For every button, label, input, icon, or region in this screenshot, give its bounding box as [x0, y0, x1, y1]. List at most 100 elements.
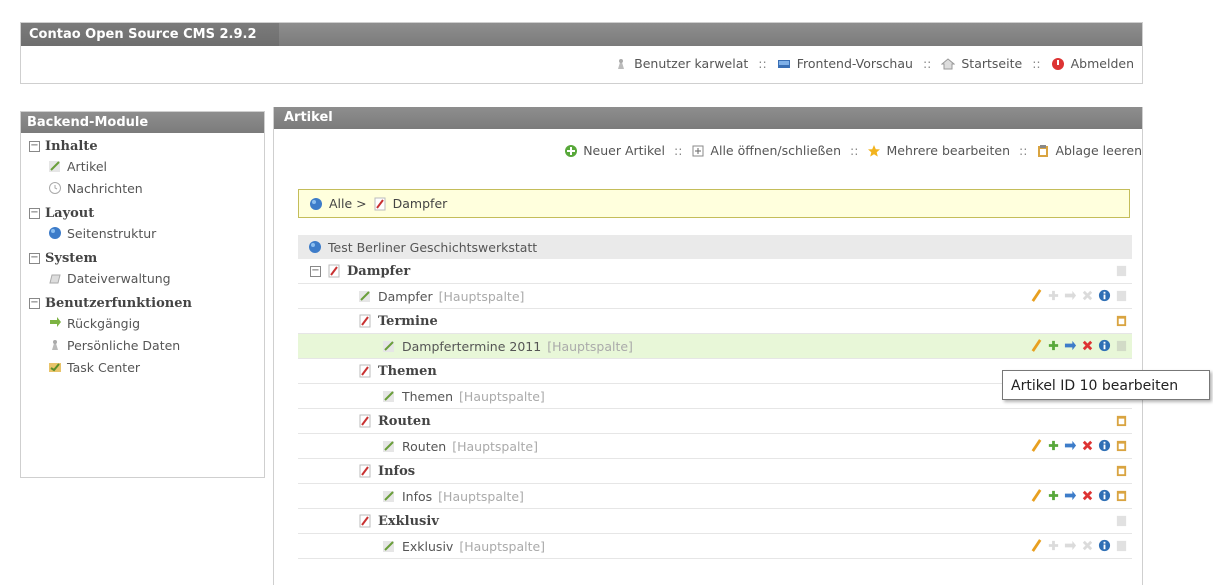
paste-icon[interactable] — [1115, 314, 1128, 327]
files-icon — [49, 274, 61, 284]
paste-icon[interactable] — [1115, 264, 1128, 277]
edit-pencil-icon[interactable] — [1030, 489, 1043, 502]
delete-icon[interactable] — [1081, 539, 1094, 552]
article-label[interactable]: Dampfer — [378, 289, 433, 304]
sidebar-group-layout[interactable]: − Layout — [29, 206, 264, 221]
paste-icon[interactable] — [1115, 414, 1128, 427]
article-icon — [49, 161, 60, 172]
add-icon[interactable] — [1047, 289, 1060, 302]
article-icon — [383, 491, 394, 502]
page-label[interactable]: Exklusiv — [378, 514, 439, 529]
add-icon[interactable] — [1047, 439, 1060, 452]
globe-icon — [310, 197, 322, 210]
app-titlebar: Contao Open Source CMS 2.9.2 — [21, 23, 1142, 46]
delete-icon[interactable] — [1081, 339, 1094, 352]
paste-icon[interactable] — [1115, 339, 1128, 352]
breadcrumb-all[interactable]: Alle > — [329, 196, 367, 211]
collapse-icon: − — [29, 207, 40, 219]
article-label[interactable]: Themen — [402, 389, 453, 404]
edit-pencil-icon[interactable] — [1030, 339, 1043, 352]
sidebar-title: Backend-Module — [21, 112, 264, 133]
sidebar-item-artikel[interactable]: Artikel — [48, 156, 264, 176]
info-icon[interactable] — [1098, 439, 1111, 452]
edit-multiple-button[interactable]: Mehrere bearbeiten — [886, 143, 1010, 158]
page-label[interactable]: Infos — [378, 464, 415, 479]
paste-icon[interactable] — [1115, 539, 1128, 552]
info-icon[interactable] — [1098, 489, 1111, 502]
sidebar-group-benutzerfunktionen[interactable]: − Benutzerfunktionen — [29, 296, 264, 311]
tree-page-row: Termine — [298, 309, 1132, 334]
page-icon — [359, 314, 371, 328]
clear-clipboard-button[interactable]: Ablage leeren — [1055, 143, 1142, 158]
move-icon[interactable] — [1064, 489, 1077, 502]
delete-icon[interactable] — [1081, 289, 1094, 302]
breadcrumb-current[interactable]: Dampfer — [393, 196, 448, 211]
frontend-preview-link[interactable]: Frontend-Vorschau — [797, 56, 913, 71]
paste-icon[interactable] — [1115, 289, 1128, 302]
tree-article-row: Dampfertermine 2011 [Hauptspalte] — [298, 334, 1132, 359]
paste-icon[interactable] — [1115, 464, 1128, 477]
column-label: [Hauptspalte] — [452, 438, 538, 454]
article-label[interactable]: Infos — [402, 489, 432, 504]
move-icon[interactable] — [1064, 439, 1077, 452]
sidebar-item-nachrichten[interactable]: Nachrichten — [48, 178, 264, 198]
info-icon[interactable] — [1098, 539, 1111, 552]
page-label[interactable]: Routen — [378, 414, 431, 429]
sidebar-group-inhalte[interactable]: − Inhalte — [29, 139, 264, 154]
edit-pencil-icon[interactable] — [1030, 539, 1043, 552]
logout-link[interactable]: Abmelden — [1071, 56, 1134, 71]
sidebar-item-rueckgaengig[interactable]: Rückgängig — [48, 313, 264, 333]
breadcrumb: Alle > Dampfer — [298, 189, 1130, 218]
add-icon[interactable] — [1047, 539, 1060, 552]
tree-article-row: Infos [Hauptspalte] — [298, 484, 1132, 509]
move-icon[interactable] — [1064, 539, 1077, 552]
info-icon[interactable] — [1098, 339, 1111, 352]
page-label[interactable]: Dampfer — [347, 264, 410, 279]
sidebar-item-dateiverwaltung[interactable]: Dateiverwaltung — [48, 268, 264, 288]
add-icon[interactable] — [1047, 339, 1060, 352]
sidebar-item-persoenliche-daten[interactable]: Persönliche Daten — [48, 335, 264, 355]
edit-pencil-icon[interactable] — [1030, 439, 1043, 452]
user-link[interactable]: Benutzer karwelat — [634, 56, 748, 71]
tree-article-row: Routen [Hauptspalte] — [298, 434, 1132, 459]
page-icon — [359, 414, 371, 428]
add-icon[interactable] — [1047, 489, 1060, 502]
delete-icon[interactable] — [1081, 439, 1094, 452]
top-header: Contao Open Source CMS 2.9.2 Benutzer ka… — [20, 22, 1143, 84]
sidebar-item-seitenstruktur[interactable]: Seitenstruktur — [48, 223, 264, 243]
expand-toggle-icon — [692, 145, 704, 156]
clock-icon — [49, 182, 61, 194]
sidebar-group-system[interactable]: − System — [29, 251, 264, 266]
article-label[interactable]: Dampfertermine 2011 — [402, 339, 541, 354]
article-label[interactable]: Exklusiv — [402, 539, 453, 554]
edit-pencil-icon[interactable] — [1030, 289, 1043, 302]
separator: :: — [1032, 56, 1041, 71]
delete-icon[interactable] — [1081, 489, 1094, 502]
tree-article-row: Exklusiv [Hauptspalte] — [298, 534, 1132, 559]
info-icon[interactable] — [1098, 289, 1111, 302]
collapse-icon: − — [29, 140, 40, 152]
paste-icon[interactable] — [1115, 439, 1128, 452]
article-icon — [383, 441, 394, 452]
tree-page-row: Routen — [298, 409, 1132, 434]
paste-icon[interactable] — [1115, 489, 1128, 502]
collapse-icon[interactable]: − — [310, 265, 321, 277]
paste-icon[interactable] — [1115, 514, 1128, 527]
undo-arrow-icon — [50, 317, 61, 327]
page-label[interactable]: Themen — [378, 364, 437, 379]
home-link[interactable]: Startseite — [961, 56, 1022, 71]
column-label: [Hauptspalte] — [459, 538, 546, 554]
app-title: Contao Open Source CMS 2.9.2 — [29, 27, 257, 42]
user-icon — [618, 58, 625, 69]
page-label[interactable]: Termine — [378, 314, 438, 329]
article-label[interactable]: Routen — [402, 439, 446, 454]
star-icon — [868, 144, 881, 157]
sidebar: Backend-Module − Inhalte Artikel Nachrich… — [20, 111, 265, 478]
toggle-all-button[interactable]: Alle öffnen/schließen — [710, 143, 841, 158]
article-icon — [383, 341, 394, 352]
separator: :: — [850, 143, 859, 158]
move-icon[interactable] — [1064, 339, 1077, 352]
new-article-button[interactable]: Neuer Artikel — [583, 143, 665, 158]
sidebar-item-task-center[interactable]: Task Center — [48, 357, 264, 377]
move-icon[interactable] — [1064, 289, 1077, 302]
